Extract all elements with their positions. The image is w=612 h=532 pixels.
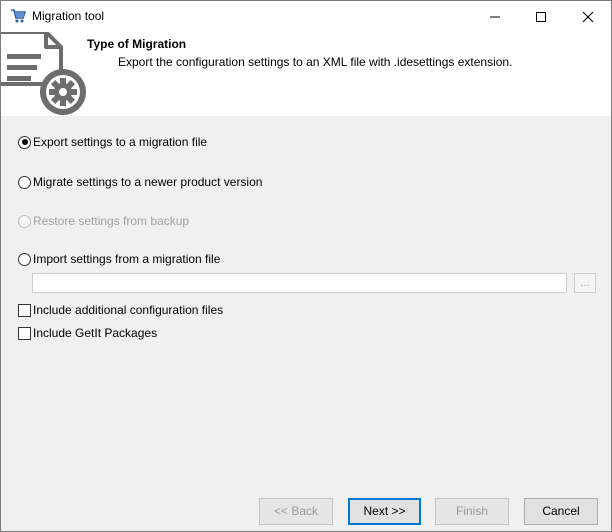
include-getit-checkbox-box[interactable] [18,326,31,340]
browse-button[interactable]: ... [574,273,596,293]
title-bar[interactable]: Migration tool [1,1,611,32]
minimize-button[interactable] [472,1,518,32]
import-radio-circle[interactable] [18,252,31,266]
window-title: Migration tool [32,9,105,23]
restore-radio-circle [18,214,31,228]
export-settings-radio[interactable]: Export settings to a migration file [18,134,207,150]
maximize-button[interactable] [518,1,564,32]
restore-settings-radio: Restore settings from backup [18,213,189,229]
header-title: Type of Migration [87,37,187,51]
export-settings-label[interactable]: Export settings to a migration file [33,135,207,149]
migrate-settings-label[interactable]: Migrate settings to a newer product vers… [33,175,262,189]
import-settings-label[interactable]: Import settings from a migration file [33,252,220,266]
import-settings-radio[interactable]: Import settings from a migration file [18,251,220,267]
close-icon [582,11,594,23]
header-description: Export the configuration settings to an … [118,55,513,69]
include-config-checkbox-box[interactable] [18,303,31,317]
include-getit-packages-checkbox[interactable]: Include GetIt Packages [18,325,157,341]
maximize-icon [536,12,546,22]
migrate-settings-radio[interactable]: Migrate settings to a newer product vers… [18,174,262,190]
next-button[interactable]: Next >> [348,498,421,525]
minimize-icon [490,16,500,18]
migrate-radio-circle[interactable] [18,175,31,189]
shopping-cart-icon [10,8,27,24]
include-config-files-checkbox[interactable]: Include additional configuration files [18,302,223,318]
restore-settings-label: Restore settings from backup [33,214,190,228]
cancel-button[interactable]: Cancel [524,498,598,525]
include-getit-packages-label[interactable]: Include GetIt Packages [33,326,157,340]
migration-tool-window: Migration tool Type of Migration Export … [0,0,612,532]
close-button[interactable] [565,1,611,32]
back-button: << Back [259,498,333,525]
finish-button: Finish [435,498,509,525]
wizard-header: Type of Migration Export the configurati… [1,32,611,116]
export-radio-circle[interactable] [18,135,31,149]
migration-file-path-input[interactable] [32,273,567,293]
include-config-files-label[interactable]: Include additional configuration files [33,303,223,317]
document-gear-icon [1,32,86,115]
